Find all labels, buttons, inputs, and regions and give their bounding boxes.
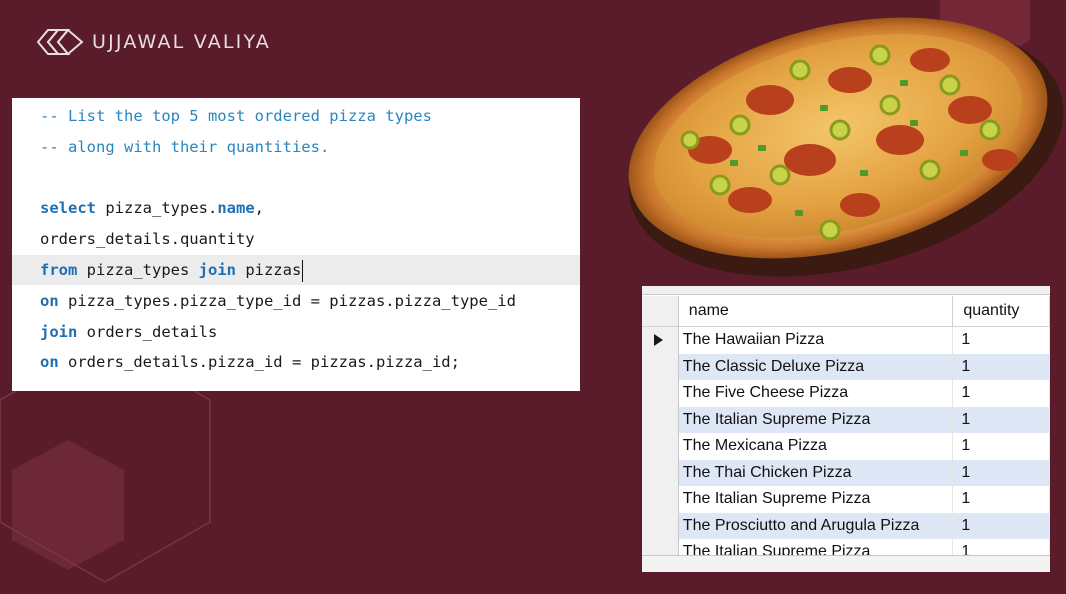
code-comment: -- List the top 5 most ordered pizza typ… [40, 107, 432, 125]
row-selector[interactable] [642, 326, 679, 354]
row-selector[interactable] [642, 353, 679, 380]
cell-quantity[interactable]: 1 [952, 380, 1050, 407]
cell-name[interactable]: The Thai Chicken Pizza [678, 459, 954, 486]
results-header-row: name quantity [642, 296, 1050, 327]
cell-name[interactable]: The Classic Deluxe Pizza [678, 353, 954, 380]
code-keyword: from [40, 261, 78, 279]
table-row[interactable]: The Thai Chicken Pizza 1 [642, 459, 1050, 486]
code-text: , [254, 199, 264, 218]
table-row[interactable]: The Hawaiian Pizza 1 [642, 326, 1050, 354]
pizza-image [628, 17, 1064, 277]
brand-name: UJJAWAL VALIYA [92, 31, 272, 53]
code-text: pizza_types. [96, 199, 218, 218]
cell-name[interactable]: The Italian Supreme Pizza [678, 486, 954, 513]
cell-name[interactable]: The Mexicana Pizza [678, 433, 954, 460]
row-selector[interactable] [642, 406, 679, 433]
code-line[interactable]: on orders_details.pizza_id = pizzas.pizz… [40, 347, 460, 377]
row-selector[interactable] [642, 459, 679, 486]
cell-name[interactable]: The Prosciutto and Arugula Pizza [678, 512, 954, 539]
cell-quantity[interactable]: 1 [952, 512, 1050, 539]
code-keyword: name [217, 199, 255, 218]
cell-quantity[interactable]: 1 [952, 486, 1050, 513]
table-row[interactable]: The Prosciutto and Arugula Pizza 1 [642, 512, 1050, 539]
results-table[interactable]: name quantity The Hawaiian Pizza 1 The Cla… [642, 296, 1050, 566]
table-row[interactable]: The Italian Supreme Pizza 1 [642, 406, 1050, 433]
table-row[interactable]: The Mexicana Pizza 1 [642, 433, 1050, 460]
table-row[interactable]: The Five Cheese Pizza 1 [642, 380, 1050, 407]
code-keyword: select [40, 199, 96, 218]
row-selector[interactable] [642, 486, 679, 513]
code-text: pizzas [235, 261, 302, 279]
code-text: orders_details.pizza_id = pizzas.pizza_i… [58, 353, 460, 372]
cell-name[interactable]: The Five Cheese Pizza [678, 380, 954, 407]
code-keyword: on [40, 353, 59, 372]
row-selector-header[interactable] [642, 296, 679, 327]
table-row[interactable]: The Italian Supreme Pizza 1 [642, 486, 1050, 513]
grid-toolbar-strip [642, 286, 1050, 295]
cell-quantity[interactable]: 1 [952, 353, 1050, 380]
current-row-arrow-icon [654, 334, 663, 347]
row-selector[interactable] [642, 512, 679, 539]
code-line[interactable]: from pizza_types join pizzas [12, 255, 580, 285]
logo-mark-icon [36, 28, 84, 56]
cell-quantity[interactable]: 1 [952, 433, 1050, 460]
sql-editor[interactable]: -- List the top 5 most ordered pizza typ… [12, 98, 580, 391]
cell-quantity[interactable]: 1 [952, 459, 1050, 486]
code-line[interactable]: -- List the top 5 most ordered pizza typ… [40, 101, 432, 131]
result-grid[interactable]: name quantity The Hawaiian Pizza 1 The Cla… [642, 286, 1050, 572]
table-row[interactable]: The Classic Deluxe Pizza 1 [642, 353, 1050, 380]
code-line[interactable]: -- along with their quantities. [40, 132, 329, 162]
brand-logo: UJJAWAL VALIYA [36, 26, 271, 58]
column-header-quantity[interactable]: quantity [952, 296, 1050, 327]
code-line[interactable]: join orders_details [40, 317, 217, 347]
row-selector[interactable] [642, 380, 679, 407]
text-cursor [302, 259, 304, 282]
code-line[interactable]: on pizza_types.pizza_type_id = pizzas.pi… [40, 286, 516, 316]
row-selector[interactable] [642, 433, 679, 460]
grid-footer [642, 555, 1050, 572]
code-text: pizza_types [77, 261, 199, 279]
column-header-name[interactable]: name [678, 296, 954, 327]
code-keyword: on [40, 291, 59, 310]
code-keyword: join [198, 261, 236, 279]
cell-name[interactable]: The Hawaiian Pizza [678, 326, 954, 354]
cell-name[interactable]: The Italian Supreme Pizza [678, 406, 954, 433]
code-line[interactable]: select pizza_types.name, [40, 193, 264, 223]
code-line[interactable]: orders_details.quantity [40, 224, 255, 254]
code-text: orders_details [77, 322, 218, 341]
code-text: orders_details.quantity [40, 230, 255, 249]
code-text: pizza_types.pizza_type_id = pizzas.pizza… [58, 291, 516, 310]
code-keyword: join [40, 322, 78, 341]
cell-quantity[interactable]: 1 [952, 326, 1050, 354]
cell-quantity[interactable]: 1 [952, 406, 1050, 433]
code-comment: -- along with their quantities. [40, 137, 330, 156]
